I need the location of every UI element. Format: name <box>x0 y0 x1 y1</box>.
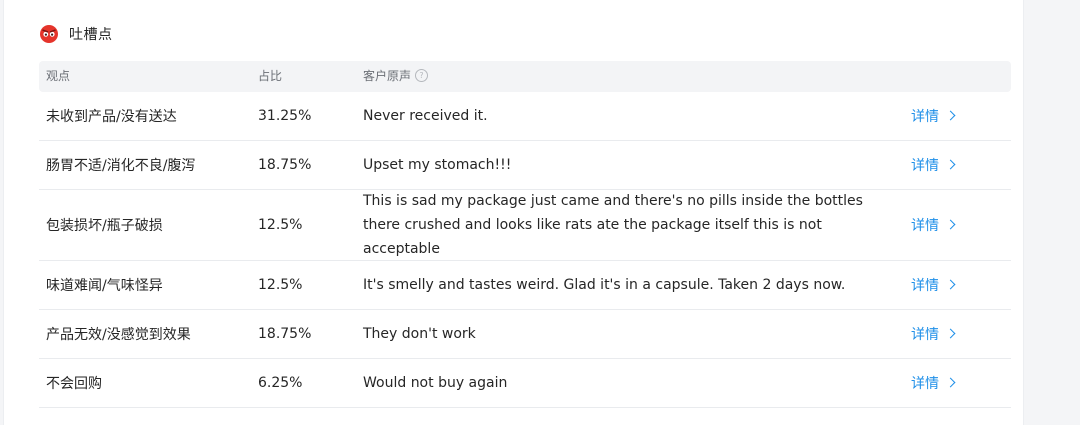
row-viewpoint: 肠胃不适/消化不良/腹泻 <box>46 158 196 174</box>
table-header: 观点 占比 客户原声? <box>39 61 1011 92</box>
row-voice: Never received it. <box>363 108 488 124</box>
help-icon[interactable]: ? <box>415 69 429 82</box>
detail-label: 详情 <box>911 376 939 392</box>
row-ratio: 31.25% <box>258 108 312 124</box>
column-header-viewpoint: 观点 <box>46 69 71 83</box>
complaints-card: 吐槽点 观点 占比 客户原声? 未收到产品/没有送达 31.25% Never … <box>3 0 1024 425</box>
row-ratio: 12.5% <box>258 277 303 293</box>
detail-label: 详情 <box>911 278 939 294</box>
chevron-right-icon <box>945 279 956 289</box>
chevron-right-icon <box>945 110 956 120</box>
row-ratio: 6.25% <box>258 375 303 391</box>
column-header-ratio: 占比 <box>258 69 283 83</box>
row-viewpoint: 味道难闻/气味怪异 <box>46 278 163 294</box>
chevron-right-icon <box>945 328 956 338</box>
detail-link[interactable]: 详情 <box>911 359 956 407</box>
table-row: 未收到产品/没有送达 31.25% Never received it. 详情 <box>39 92 1011 141</box>
complaints-table: 观点 占比 客户原声? 未收到产品/没有送达 31.25% Never rece… <box>39 61 1011 408</box>
row-viewpoint: 包装损坏/瓶子破损 <box>46 218 163 234</box>
row-ratio: 18.75% <box>258 157 312 173</box>
detail-label: 详情 <box>911 218 939 234</box>
section-header: 吐槽点 <box>39 22 113 46</box>
detail-label: 详情 <box>911 109 939 125</box>
table-row: 包装损坏/瓶子破损 12.5% This is sad my package j… <box>39 190 1011 261</box>
row-voice: Upset my stomach!!! <box>363 157 512 173</box>
column-header-voice-label: 客户原声 <box>363 69 412 83</box>
detail-link[interactable]: 详情 <box>911 92 956 140</box>
table-row: 不会回购 6.25% Would not buy again 详情 <box>39 359 1011 408</box>
chevron-right-icon <box>945 377 956 387</box>
row-voice: They don't work <box>363 326 476 342</box>
chevron-right-icon <box>945 159 956 169</box>
angry-face-icon <box>40 25 58 43</box>
row-ratio: 12.5% <box>258 217 303 233</box>
detail-link[interactable]: 详情 <box>911 310 956 358</box>
detail-link[interactable]: 详情 <box>911 190 956 260</box>
right-gutter <box>1040 0 1080 425</box>
section-title: 吐槽点 <box>69 27 113 43</box>
detail-link[interactable]: 详情 <box>911 261 956 309</box>
row-viewpoint: 未收到产品/没有送达 <box>46 109 177 125</box>
row-ratio: 18.75% <box>258 326 312 342</box>
row-viewpoint: 产品无效/没感觉到效果 <box>46 327 191 343</box>
row-viewpoint: 不会回购 <box>46 376 102 392</box>
table-row: 肠胃不适/消化不良/腹泻 18.75% Upset my stomach!!! … <box>39 141 1011 190</box>
detail-label: 详情 <box>911 158 939 174</box>
row-voice: Would not buy again <box>363 375 508 391</box>
detail-label: 详情 <box>911 327 939 343</box>
row-voice: It's smelly and tastes weird. Glad it's … <box>363 277 846 293</box>
row-voice: This is sad my package just came and the… <box>363 193 863 257</box>
column-header-voice: 客户原声? <box>363 61 429 92</box>
table-row: 产品无效/没感觉到效果 18.75% They don't work 详情 <box>39 310 1011 359</box>
table-row: 味道难闻/气味怪异 12.5% It's smelly and tastes w… <box>39 261 1011 310</box>
chevron-right-icon <box>945 219 956 229</box>
detail-link[interactable]: 详情 <box>911 141 956 189</box>
